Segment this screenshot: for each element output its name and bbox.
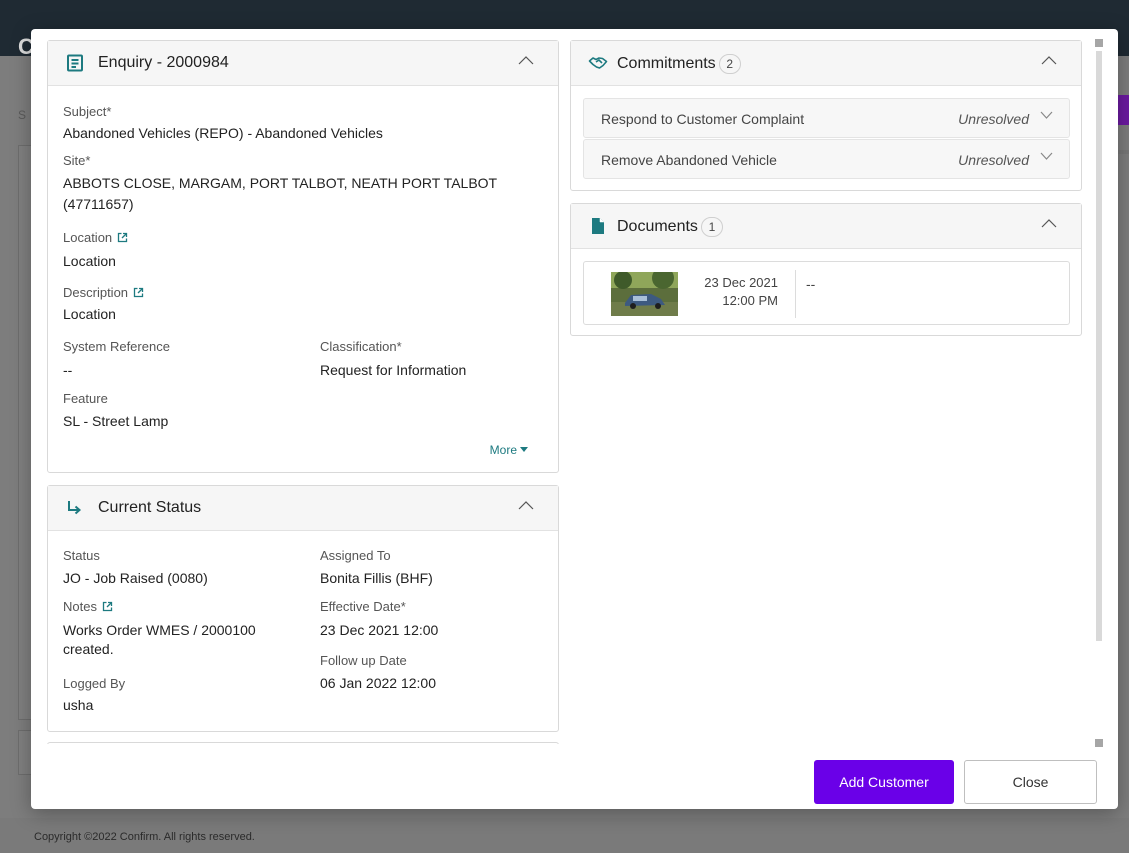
follow-up-date-label: Follow up Date xyxy=(320,653,407,668)
document-date: 23 Dec 2021 xyxy=(704,275,778,290)
handshake-icon xyxy=(588,57,608,69)
subject-value: Abandoned Vehicles (REPO) - Abandoned Ve… xyxy=(63,125,383,141)
enquiry-title: Enquiry - 2000984 xyxy=(98,54,229,71)
classification-value: Request for Information xyxy=(320,362,467,378)
status-label: Status xyxy=(63,548,100,563)
documents-panel: Documents 1 23 Dec 2021 12:00 PM -- xyxy=(570,203,1082,336)
commitments-title: Commitments xyxy=(617,55,716,73)
document-description: -- xyxy=(806,276,816,292)
commitment-state: Unresolved xyxy=(958,152,1029,168)
modal-scrollbar[interactable] xyxy=(1095,39,1103,749)
notes-value-line2: created. xyxy=(63,641,114,657)
description-value: Location xyxy=(63,306,116,322)
system-reference-label: System Reference xyxy=(63,339,170,354)
commitment-state: Unresolved xyxy=(958,111,1029,127)
chevron-up-icon[interactable] xyxy=(518,55,534,65)
copyright-text: Copyright ©2022 Confirm. All rights rese… xyxy=(34,831,255,843)
clipboard-icon xyxy=(67,54,83,72)
commitments-title-row: Commitments 2 xyxy=(617,54,741,74)
close-button[interactable]: Close xyxy=(964,760,1097,804)
chevron-up-icon[interactable] xyxy=(1041,55,1057,65)
follow-up-date-value: 06 Jan 2022 12:00 xyxy=(320,675,436,691)
add-customer-button[interactable]: Add Customer xyxy=(814,760,954,804)
documents-title-row: Documents 1 xyxy=(617,217,723,237)
more-toggle[interactable]: More xyxy=(490,443,528,457)
commitments-panel: Commitments 2 Respond to Customer Complai… xyxy=(570,40,1082,191)
status-title: Current Status xyxy=(98,499,202,516)
description-label-row: Description xyxy=(63,285,144,300)
description-label: Description xyxy=(63,285,129,300)
notes-label-row: Notes xyxy=(63,599,113,614)
commitment-name: Respond to Customer Complaint xyxy=(601,111,805,127)
location-value: Location xyxy=(63,253,116,269)
document-date-block: 23 Dec 2021 12:00 PM xyxy=(698,274,778,310)
app-logo: C xyxy=(18,34,34,59)
chevron-down-icon[interactable] xyxy=(1040,152,1053,161)
status-value: JO - Job Raised (0080) xyxy=(63,570,208,586)
commitment-item[interactable]: Respond to Customer Complaint Unresolved xyxy=(583,98,1070,138)
scrollbar-thumb[interactable] xyxy=(1096,51,1102,641)
more-label[interactable]: More xyxy=(490,443,517,457)
commitments-panel-header[interactable]: Commitments 2 xyxy=(571,41,1081,86)
site-value-line2: (47711657) xyxy=(63,196,134,212)
current-status-panel: Current Status Status JO - Job Raised (0… xyxy=(47,485,559,732)
commitments-count-badge: 2 xyxy=(718,54,741,74)
location-label: Location xyxy=(63,230,113,245)
document-thumbnail[interactable] xyxy=(611,272,678,316)
chevron-down-icon[interactable] xyxy=(1040,111,1053,120)
location-label-row: Location xyxy=(63,230,128,245)
enquiry-modal: Enquiry - 2000984 Subject* Abandoned Veh… xyxy=(31,29,1118,809)
divider xyxy=(795,270,796,318)
external-link-icon[interactable] xyxy=(133,287,144,298)
commitment-item[interactable]: Remove Abandoned Vehicle Unresolved xyxy=(583,139,1070,179)
documents-title: Documents xyxy=(617,218,698,236)
documents-count-badge: 1 xyxy=(700,217,723,237)
document-item[interactable]: 23 Dec 2021 12:00 PM -- xyxy=(583,261,1070,325)
logged-by-value: usha xyxy=(63,697,94,713)
subject-label: Subject* xyxy=(63,104,112,119)
chevron-up-icon[interactable] xyxy=(518,500,534,510)
effective-date-label: Effective Date* xyxy=(320,599,406,614)
background-search-label: S xyxy=(18,108,27,122)
assigned-to-value: Bonita Fillis (BHF) xyxy=(320,570,433,586)
modal-content[interactable]: Enquiry - 2000984 Subject* Abandoned Veh… xyxy=(31,29,1118,744)
commitment-name: Remove Abandoned Vehicle xyxy=(601,152,777,168)
notes-value-line1: Works Order WMES / 2000100 xyxy=(63,622,256,638)
system-reference-value: -- xyxy=(63,362,73,378)
classification-label: Classification* xyxy=(320,339,402,354)
page-footer: Copyright ©2022 Confirm. All rights rese… xyxy=(0,818,1129,853)
logged-by-label: Logged By xyxy=(63,676,126,691)
document-time: 12:00 PM xyxy=(722,293,778,308)
status-panel-header[interactable]: Current Status xyxy=(48,486,558,531)
background-divider xyxy=(1118,150,1129,154)
collapsed-panel xyxy=(47,742,559,744)
scroll-down-arrow[interactable] xyxy=(1095,739,1103,747)
external-link-icon[interactable] xyxy=(117,232,128,243)
enquiry-panel: Enquiry - 2000984 Subject* Abandoned Veh… xyxy=(47,40,559,473)
site-value-line1: ABBOTS CLOSE, MARGAM, PORT TALBOT, NEATH… xyxy=(63,175,498,191)
notes-label: Notes xyxy=(63,599,97,614)
chevron-up-icon[interactable] xyxy=(1041,218,1057,228)
assigned-to-label: Assigned To xyxy=(320,548,391,563)
feature-label: Feature xyxy=(63,391,108,406)
site-label: Site* xyxy=(63,153,91,168)
enquiry-panel-header[interactable]: Enquiry - 2000984 xyxy=(48,41,558,86)
caret-down-icon xyxy=(520,447,528,452)
feature-value: SL - Street Lamp xyxy=(63,413,169,429)
scroll-up-arrow[interactable] xyxy=(1095,39,1103,47)
external-link-icon[interactable] xyxy=(102,601,113,612)
document-icon xyxy=(592,218,604,234)
effective-date-value: 23 Dec 2021 12:00 xyxy=(320,622,439,638)
documents-panel-header[interactable]: Documents 1 xyxy=(571,204,1081,249)
forward-arrow-icon xyxy=(68,501,82,515)
